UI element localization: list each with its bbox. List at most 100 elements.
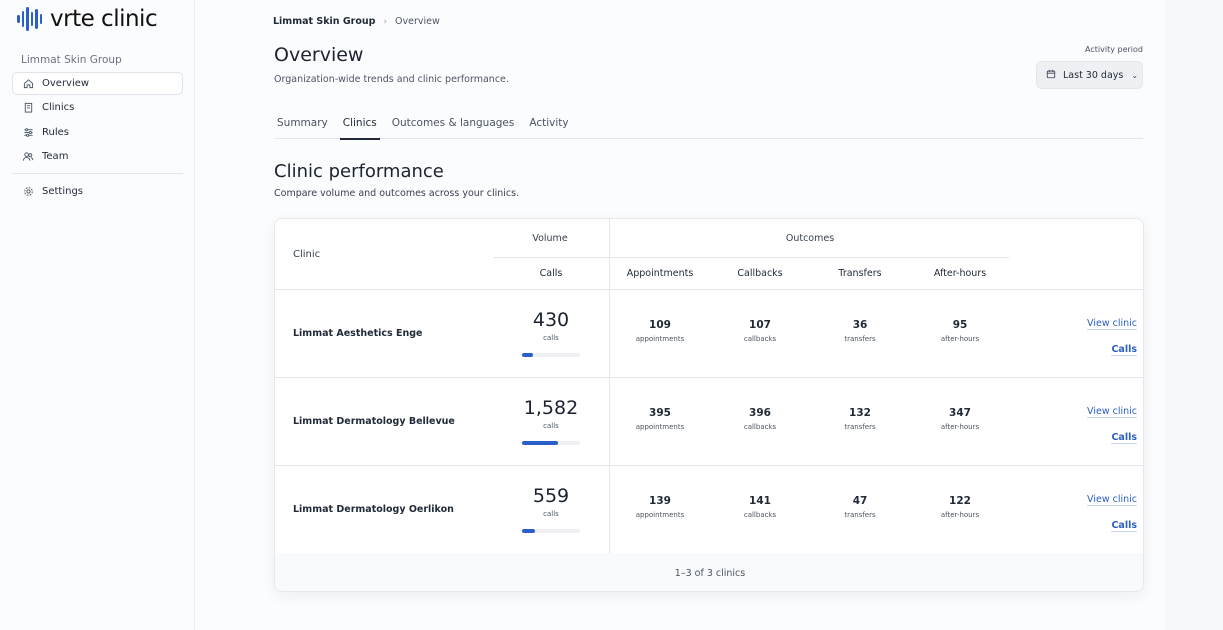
metric-unit: callbacks: [743, 511, 777, 519]
tab-summary[interactable]: Summary: [274, 110, 331, 139]
activity-period-select[interactable]: Last 30 days ⌄: [1036, 61, 1143, 89]
metric-value: 95: [952, 319, 968, 331]
metric-unit: transfers: [844, 511, 876, 519]
after-hours-cell: 122 after-hours: [910, 495, 1010, 519]
main-content: Limmat Skin Group › Overview Overview Or…: [195, 0, 1165, 630]
callbacks-cell: 107 callbacks: [710, 319, 810, 343]
activity-period-label: Activity period: [1085, 45, 1143, 54]
calls-volume-bar-fill: [522, 441, 558, 445]
chevron-down-icon: ⌄: [1131, 70, 1139, 80]
column-header-clinic: Clinic: [293, 249, 321, 260]
sidebar-nav: Overview Clinics Rules Team Settings: [12, 72, 183, 204]
column-header-calls: Calls: [539, 268, 563, 279]
calls-volume-bar-fill: [522, 353, 534, 357]
callbacks-cell: 396 callbacks: [710, 407, 810, 431]
page-title: Overview: [274, 44, 364, 66]
transfers-cell: 132 transfers: [810, 407, 910, 431]
calls-link[interactable]: Calls: [1111, 344, 1137, 356]
column-group-volume: Volume: [532, 233, 568, 244]
metric-unit: callbacks: [743, 423, 777, 431]
sidebar-item-label: Clinics: [42, 102, 75, 114]
view-clinic-link[interactable]: View clinic: [1087, 318, 1137, 330]
metric-value: 132: [849, 407, 871, 419]
clinic-name: Limmat Dermatology Bellevue: [293, 416, 455, 427]
sliders-icon: [22, 126, 34, 138]
divider: [493, 257, 1009, 258]
metric-value: 139: [649, 495, 671, 507]
sidebar-item-rules[interactable]: Rules: [12, 121, 183, 144]
after-hours-cell: 347 after-hours: [910, 407, 1010, 431]
sidebar-item-team[interactable]: Team: [12, 145, 183, 168]
metric-value: 107: [749, 319, 771, 331]
column-header-after-hours: After-hours: [933, 268, 987, 279]
metric-value: 141: [749, 495, 771, 507]
calls-count: 559: [532, 485, 570, 507]
sidebar-item-settings[interactable]: Settings: [12, 180, 183, 203]
calls-unit: calls: [543, 422, 559, 430]
transfers-cell: 47 transfers: [810, 495, 910, 519]
calls-unit: calls: [543, 334, 559, 342]
table-row: Limmat Dermatology Bellevue 1,582 calls …: [275, 378, 1143, 466]
logo-text: vrte clinic: [50, 6, 158, 32]
metric-unit: after-hours: [940, 423, 980, 431]
metric-unit: callbacks: [743, 335, 777, 343]
calendar-icon: [1046, 69, 1056, 82]
view-clinic-link[interactable]: View clinic: [1087, 494, 1137, 506]
activity-period-value: Last 30 days: [1063, 69, 1124, 81]
column-header-appointments: Appointments: [626, 268, 694, 279]
clinic-performance-table: Clinic Volume Outcomes Calls Appointment…: [274, 218, 1144, 592]
sidebar-item-label: Rules: [42, 126, 69, 138]
table-pagination-summary: 1–3 of 3 clinics: [275, 553, 1143, 591]
metric-value: 395: [649, 407, 671, 419]
page-subtitle: Organization-wide trends and clinic perf…: [274, 74, 509, 85]
building-icon: [22, 102, 34, 114]
calls-volume-bar-fill: [522, 529, 535, 533]
column-group-outcomes: Outcomes: [785, 233, 835, 244]
sidebar-item-label: Settings: [42, 185, 84, 197]
column-header-transfers: Transfers: [838, 268, 882, 279]
metric-unit: appointments: [635, 335, 685, 343]
calls-link[interactable]: Calls: [1111, 432, 1137, 444]
section-subtitle: Compare volume and outcomes across your …: [274, 188, 520, 199]
metric-unit: after-hours: [940, 335, 980, 343]
metric-unit: after-hours: [940, 511, 980, 519]
after-hours-cell: 95 after-hours: [910, 319, 1010, 343]
metric-value: 122: [949, 495, 971, 507]
calls-count: 430: [532, 309, 570, 331]
tab-activity[interactable]: Activity: [526, 110, 571, 139]
view-clinic-link[interactable]: View clinic: [1087, 406, 1137, 418]
breadcrumb: Limmat Skin Group › Overview: [273, 16, 440, 27]
tab-bar: Summary Clinics Outcomes & languages Act…: [274, 110, 1143, 140]
metric-value: 109: [649, 319, 671, 331]
sidebar-item-label: Overview: [42, 78, 90, 89]
transfers-cell: 36 transfers: [810, 319, 910, 343]
appointments-cell: 139 appointments: [610, 495, 710, 519]
breadcrumb-org[interactable]: Limmat Skin Group: [273, 16, 375, 27]
sidebar-item-overview[interactable]: Overview: [12, 72, 183, 95]
metric-unit: transfers: [844, 335, 876, 343]
tab-outcomes-languages[interactable]: Outcomes & languages: [389, 110, 518, 139]
appointments-cell: 109 appointments: [610, 319, 710, 343]
tab-clinics[interactable]: Clinics: [339, 110, 380, 140]
section-title: Clinic performance: [274, 161, 444, 182]
gear-icon: [22, 185, 34, 197]
calls-link[interactable]: Calls: [1111, 520, 1137, 532]
clinic-name: Limmat Aesthetics Enge: [293, 328, 423, 339]
home-icon: [22, 78, 34, 90]
calls-unit: calls: [543, 510, 559, 518]
calls-volume-bar: [522, 441, 580, 445]
appointments-cell: 395 appointments: [610, 407, 710, 431]
column-header-callbacks: Callbacks: [737, 268, 783, 279]
calls-volume-bar: [522, 529, 580, 533]
metric-value: 396: [749, 407, 771, 419]
logo[interactable]: vrte clinic: [17, 6, 158, 32]
org-label: Limmat Skin Group: [21, 54, 122, 66]
sidebar: vrte clinic Limmat Skin Group Overview C…: [0, 0, 195, 630]
metric-value: 347: [949, 407, 971, 419]
sidebar-item-clinics[interactable]: Clinics: [12, 96, 183, 119]
page-margin: [1165, 0, 1223, 630]
calls-volume-bar: [522, 353, 580, 357]
calls-count: 1,582: [523, 397, 579, 419]
table-row: Limmat Dermatology Oerlikon 559 calls 13…: [275, 466, 1143, 554]
metric-unit: appointments: [635, 511, 685, 519]
